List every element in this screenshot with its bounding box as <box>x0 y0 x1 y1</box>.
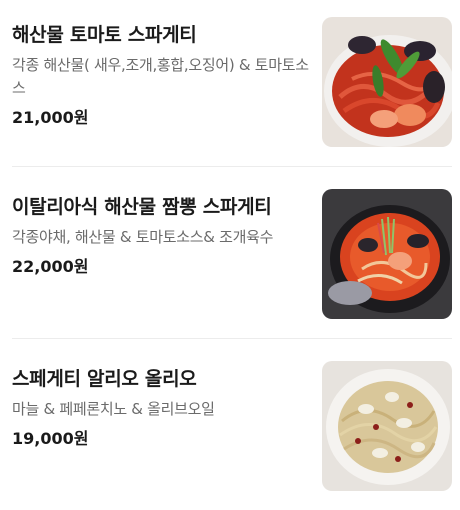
menu-item-text: 스페게티 알리오 올리오 마늘 & 페페론치노 & 올리브오일 19,000원 <box>12 344 312 450</box>
menu-item-name: 이탈리아식 해산물 짬뽕 스파게티 <box>12 196 272 218</box>
divider <box>12 166 452 167</box>
menu-item-text: 이탈리아식 해산물 짬뽕 스파게티 각종야채, 해산물 & 토마토소스& 조개육… <box>12 172 312 278</box>
menu-list: 해산물 토마토 스파게티 각종 해산물( 새우,조개,홍합,오징어) & 토마토… <box>0 0 460 508</box>
divider <box>12 338 452 339</box>
menu-item-aglio-olio-spaghetti[interactable]: 스페게티 알리오 올리오 마늘 & 페페론치노 & 올리브오일 19,000원 <box>0 344 460 510</box>
menu-item-seafood-tomato-spaghetti[interactable]: 해산물 토마토 스파게티 각종 해산물( 새우,조개,홍합,오징어) & 토마토… <box>0 0 460 166</box>
menu-item-name: 해산물 토마토 스파게티 <box>12 24 197 46</box>
menu-item-name: 스페게티 알리오 올리오 <box>12 368 197 390</box>
menu-item-price: 19,000원 <box>12 429 89 448</box>
menu-item-description: 각종야채, 해산물 & 토마토소스& 조개육수 <box>12 228 274 246</box>
menu-item-photo[interactable] <box>322 189 452 319</box>
menu-item-photo[interactable] <box>322 17 452 147</box>
seafood-tomato-spaghetti-image <box>322 17 452 147</box>
menu-item-photo[interactable] <box>322 361 452 491</box>
aglio-olio-spaghetti-image <box>322 361 452 491</box>
menu-item-italian-seafood-jjamppong-spaghetti[interactable]: 이탈리아식 해산물 짬뽕 스파게티 각종야채, 해산물 & 토마토소스& 조개육… <box>0 172 460 338</box>
menu-item-description: 마늘 & 페페론치노 & 올리브오일 <box>12 400 215 418</box>
seafood-jjamppong-image <box>322 189 452 319</box>
menu-item-description: 각종 해산물( 새우,조개,홍합,오징어) & 토마토소스 <box>12 56 309 97</box>
menu-item-text: 해산물 토마토 스파게티 각종 해산물( 새우,조개,홍합,오징어) & 토마토… <box>12 0 312 129</box>
menu-item-price: 22,000원 <box>12 257 89 276</box>
menu-item-price: 21,000원 <box>12 108 89 127</box>
